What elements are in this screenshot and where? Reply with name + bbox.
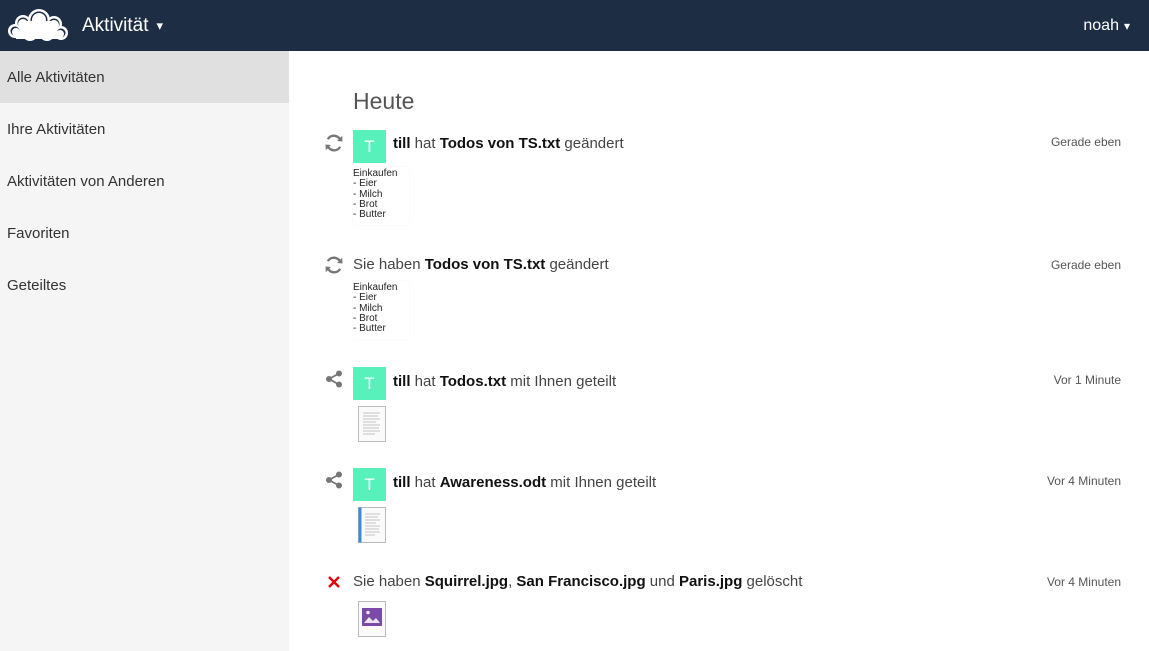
activity-subject: till hat Awareness.odt mit Ihnen geteilt	[393, 474, 656, 491]
avatar: T	[353, 468, 386, 501]
activity-text: gelöscht	[742, 573, 803, 590]
activity-item: T till hat Todos von TS.txt geändert Ger…	[289, 130, 1149, 230]
sidebar-item-shared[interactable]: Geteiltes	[0, 259, 289, 311]
sidebar-item-your-activities[interactable]: Ihre Aktivitäten	[0, 103, 289, 155]
activity-actor[interactable]: till	[393, 474, 411, 491]
activity-stream: Heute T till hat Todos von TS.txt geände…	[289, 51, 1149, 651]
chevron-down-icon: ▾	[1123, 18, 1130, 33]
activity-actor[interactable]: till	[393, 373, 411, 390]
activity-file-link[interactable]: Todos von TS.txt	[425, 256, 546, 273]
activity-text: Sie haben	[353, 573, 425, 590]
preview-line: - Butter	[353, 209, 386, 221]
activity-item: T till hat Awareness.odt mit Ihnen getei…	[289, 466, 1149, 546]
activity-subject: till hat Todos.txt mit Ihnen geteilt	[393, 373, 616, 390]
sidebar-item-others-activities[interactable]: Aktivitäten von Anderen	[0, 155, 289, 207]
preview-line: - Butter	[353, 323, 386, 335]
file-preview-thumbnail[interactable]: Einkaufen - Eier - Milch - Brot - Butter	[353, 167, 409, 225]
activity-text: geändert	[545, 256, 609, 273]
owncloud-logo-icon[interactable]	[7, 7, 69, 41]
sidebar-item-label: Ihre Aktivitäten	[7, 120, 106, 138]
app-menu-button[interactable]: Aktivität ▾	[82, 0, 163, 51]
file-preview-thumbnail[interactable]: Einkaufen - Eier - Milch - Brot - Butter	[353, 281, 409, 339]
activity-file-link[interactable]: Todos.txt	[440, 373, 506, 390]
share-icon	[323, 368, 345, 390]
activity-timestamp: Vor 1 Minute	[1053, 373, 1121, 387]
app-name: Aktivität	[82, 14, 149, 36]
activity-timestamp: Gerade eben	[1050, 135, 1121, 149]
share-icon	[323, 469, 345, 491]
activity-file-link[interactable]: Awareness.odt	[440, 474, 546, 491]
header-bar: Aktivität ▾ noah ▾	[0, 0, 1149, 51]
sidebar-item-all-activities[interactable]: Alle Aktivitäten	[0, 51, 289, 103]
refresh-icon	[323, 132, 345, 154]
refresh-icon	[323, 254, 345, 276]
activity-text: hat	[410, 373, 440, 390]
activity-text: hat	[410, 474, 440, 491]
sidebar-item-favorites[interactable]: Favoriten	[0, 207, 289, 259]
activity-item: T till hat Todos.txt mit Ihnen geteilt V…	[289, 365, 1149, 445]
image-file-icon[interactable]	[358, 601, 386, 637]
activity-item: Sie haben Squirrel.jpg, San Francisco.jp…	[289, 569, 1149, 651]
user-menu-button[interactable]: noah ▾	[1083, 0, 1130, 51]
activity-text: und	[645, 573, 679, 590]
activity-file-link[interactable]: Paris.jpg	[679, 573, 742, 590]
activity-subject: Sie haben Squirrel.jpg, San Francisco.jp…	[353, 573, 802, 590]
activity-text: mit Ihnen geteilt	[546, 474, 657, 491]
activity-item: Sie haben Todos von TS.txt geändert Gera…	[289, 253, 1149, 353]
activity-text: mit Ihnen geteilt	[506, 373, 617, 390]
sidebar-item-label: Aktivitäten von Anderen	[7, 172, 165, 190]
sidebar-item-label: Geteiltes	[7, 276, 67, 294]
sidebar-item-label: Favoriten	[7, 224, 70, 242]
avatar: T	[353, 367, 386, 400]
sidebar-item-label: Alle Aktivitäten	[7, 68, 105, 86]
section-title: Heute	[353, 88, 415, 114]
text-file-icon[interactable]	[358, 406, 386, 442]
activity-subject: till hat Todos von TS.txt geändert	[393, 135, 624, 152]
chevron-down-icon: ▾	[156, 17, 164, 33]
activity-subject: Sie haben Todos von TS.txt geändert	[353, 256, 609, 273]
activity-file-link[interactable]: Squirrel.jpg	[425, 573, 508, 590]
activity-actor[interactable]: till	[393, 135, 411, 152]
activity-file-link[interactable]: Todos von TS.txt	[440, 135, 561, 152]
document-file-icon[interactable]	[358, 507, 386, 543]
user-name: noah	[1083, 16, 1119, 34]
activity-timestamp: Gerade eben	[1050, 258, 1121, 272]
activity-file-link[interactable]: San Francisco.jpg	[516, 573, 645, 590]
delete-icon	[323, 571, 345, 593]
activity-text: hat	[410, 135, 440, 152]
activity-text: geändert	[560, 135, 624, 152]
activity-timestamp: Vor 4 Minuten	[1046, 575, 1121, 589]
sidebar-navigation: Alle Aktivitäten Ihre Aktivitäten Aktivi…	[0, 51, 289, 651]
activity-text: Sie haben	[353, 256, 425, 273]
avatar: T	[353, 130, 386, 163]
activity-timestamp: Vor 4 Minuten	[1046, 474, 1121, 488]
